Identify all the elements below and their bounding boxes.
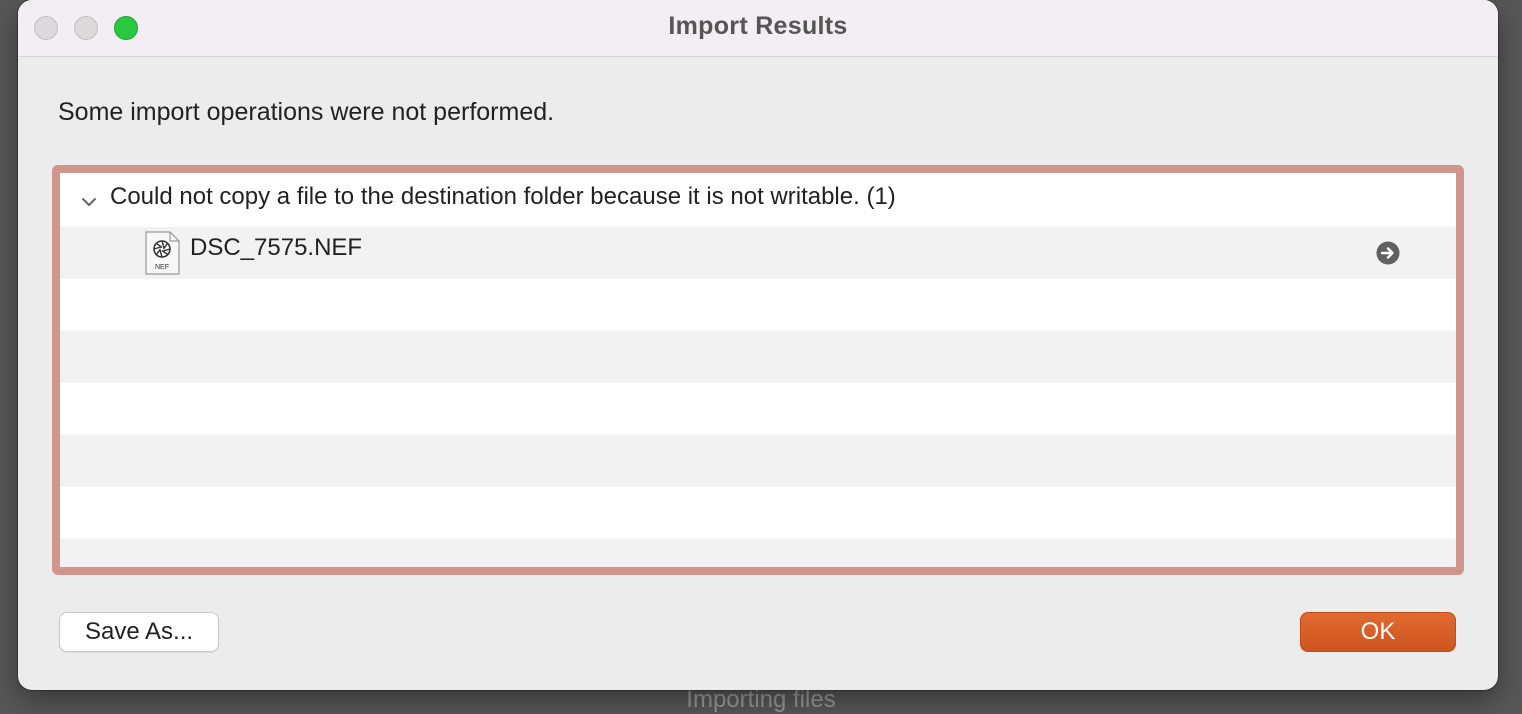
nef-badge-text: NEF [155, 264, 169, 271]
nef-file-icon: NEF [145, 231, 180, 275]
empty-row [60, 487, 1456, 539]
chevron-down-icon[interactable] [80, 193, 98, 211]
empty-row [60, 539, 1456, 567]
titlebar: Import Results [18, 0, 1498, 57]
empty-row [60, 279, 1456, 331]
ok-button[interactable]: OK [1300, 612, 1456, 652]
empty-row [60, 435, 1456, 487]
issue-group-row[interactable]: Could not copy a file to the destination… [60, 173, 1456, 227]
background-status-text: Importing files [686, 686, 836, 713]
file-row[interactable]: NEF DSC_7575.NEF [60, 227, 1456, 279]
import-results-dialog: Import Results Some import operations we… [18, 0, 1498, 690]
reveal-arrow-icon[interactable] [1376, 241, 1400, 265]
save-as-button[interactable]: Save As... [59, 612, 219, 652]
empty-row [60, 383, 1456, 435]
results-list: Could not copy a file to the destination… [52, 165, 1464, 575]
window-title: Import Results [668, 12, 848, 40]
empty-row [60, 331, 1456, 383]
summary-message: Some import operations were not performe… [58, 98, 555, 126]
results-list-body: Could not copy a file to the destination… [60, 173, 1456, 567]
file-name: DSC_7575.NEF [190, 234, 363, 261]
issue-group-label: Could not copy a file to the destination… [110, 183, 896, 210]
